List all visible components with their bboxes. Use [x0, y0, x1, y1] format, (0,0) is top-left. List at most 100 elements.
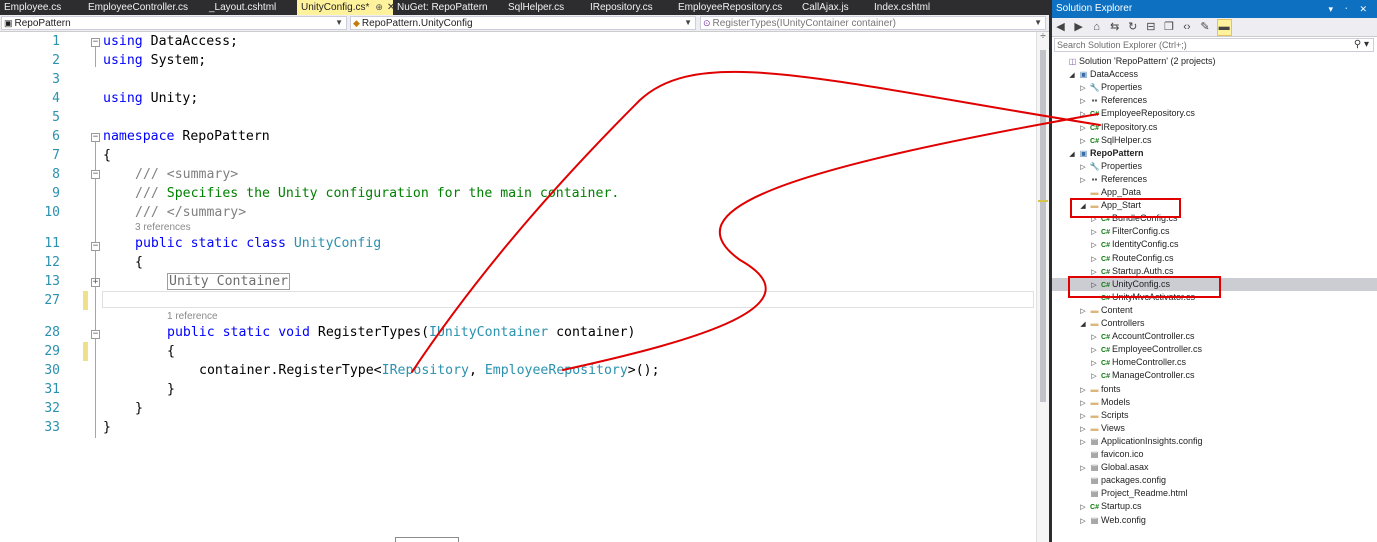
- collapsed-chevron-icon[interactable]: ▷: [1089, 370, 1099, 383]
- tree-node-properties[interactable]: ▷ 🔧 Properties: [1078, 160, 1142, 173]
- tree-node-routeconfig-cs[interactable]: ▷ C# RouteConfig.cs: [1089, 252, 1173, 266]
- tree-node-references[interactable]: ▷ ▪▪ References: [1078, 173, 1147, 186]
- tree-node-models[interactable]: ▷ ▬ Models: [1078, 396, 1130, 409]
- project-dropdown[interactable]: ▣ RepoPattern ▼: [1, 16, 347, 30]
- view-code-icon[interactable]: ‹›: [1180, 18, 1193, 37]
- codelens-references[interactable]: 1 reference: [167, 311, 218, 322]
- tree-node-views[interactable]: ▷ ▬ Views: [1078, 422, 1125, 435]
- home-icon[interactable]: ⌂: [1090, 18, 1103, 37]
- scrollbar-thumb[interactable]: [1040, 50, 1046, 402]
- collapsed-chevron-icon[interactable]: ▷: [1089, 213, 1099, 226]
- sync-icon[interactable]: ⇆: [1108, 18, 1121, 37]
- tree-node-content[interactable]: ▷ ▬ Content: [1078, 304, 1132, 318]
- tab-nuget-repopattern[interactable]: NuGet: RepoPattern: [393, 0, 504, 15]
- collapsed-chevron-icon[interactable]: ▷: [1078, 436, 1088, 449]
- tree-node-unitymvcactivator-cs[interactable]: C# UnityMvcActivator.cs: [1089, 291, 1195, 304]
- back-icon[interactable]: ◀: [1054, 18, 1067, 37]
- pin-tab-icon[interactable]: ⊕: [375, 2, 383, 12]
- tree-node-bundleconfig-cs[interactable]: ▷ C# BundleConfig.cs: [1089, 212, 1177, 226]
- expanded-chevron-icon[interactable]: ◢: [1078, 318, 1088, 331]
- tree-node-accountcontroller-cs[interactable]: ▷ C# AccountController.cs: [1089, 330, 1194, 344]
- collapsed-chevron-icon[interactable]: ▷: [1089, 331, 1099, 344]
- show-all-files-icon[interactable]: ❐: [1162, 18, 1175, 37]
- solution-explorer-search-input[interactable]: Search Solution Explorer (Ctrl+;) ⚲ ▾: [1054, 38, 1374, 52]
- tree-node-web-config[interactable]: ▷ ▤ Web.config: [1078, 514, 1146, 527]
- tree-node-managecontroller-cs[interactable]: ▷ C# ManageController.cs: [1089, 369, 1194, 383]
- tree-node-startup-auth-cs[interactable]: ▷ C# Startup.Auth.cs: [1089, 265, 1173, 279]
- collapsed-chevron-icon[interactable]: ▷: [1078, 161, 1088, 174]
- split-window-icon[interactable]: ÷: [1038, 32, 1048, 42]
- collapse-all-icon[interactable]: ⊟: [1144, 18, 1157, 37]
- tree-node-employeerepository-cs[interactable]: ▷ C# EmployeeRepository.cs: [1078, 107, 1195, 120]
- tab-index-cshtml[interactable]: Index.cshtml: [870, 0, 950, 15]
- collapsed-chevron-icon[interactable]: ▷: [1089, 266, 1099, 279]
- tab-unityconfig-cs[interactable]: UnityConfig.cs* ⊕ ✕: [297, 0, 395, 15]
- collapsed-chevron-icon[interactable]: ▷: [1078, 135, 1088, 148]
- tree-node-filterconfig-cs[interactable]: ▷ C# FilterConfig.cs: [1089, 225, 1169, 239]
- collapsed-chevron-icon[interactable]: ▷: [1078, 108, 1088, 121]
- class-dropdown[interactable]: ◆ RepoPattern.UnityConfig ▼: [350, 16, 696, 30]
- tab-employee-controller-cs[interactable]: EmployeeController.cs: [84, 0, 205, 15]
- tree-node-references[interactable]: ▷ ▪▪ References: [1078, 94, 1147, 107]
- collapsed-chevron-icon[interactable]: ▷: [1078, 122, 1088, 135]
- tab-irepository-cs[interactable]: IRepository.cs: [586, 0, 674, 15]
- tree-node-sqlhelper-cs[interactable]: ▷ C# SqlHelper.cs: [1078, 134, 1151, 148]
- collapsed-chevron-icon[interactable]: ▷: [1078, 462, 1088, 475]
- tree-node-repopattern[interactable]: ◢ ▣ RepoPattern: [1067, 147, 1143, 161]
- expanded-chevron-icon[interactable]: ◢: [1078, 200, 1088, 213]
- tree-node-app-start[interactable]: ◢ ▬ App_Start: [1078, 199, 1141, 212]
- tab-sqlhelper-cs[interactable]: SqlHelper.cs: [504, 0, 586, 15]
- tree-node-controllers[interactable]: ◢ ▬ Controllers: [1078, 317, 1144, 331]
- forward-icon[interactable]: ▶: [1072, 18, 1085, 37]
- tree-node-startup-cs[interactable]: ▷ C# Startup.cs: [1078, 500, 1141, 514]
- tree-node-homecontroller-cs[interactable]: ▷ C# HomeController.cs: [1089, 356, 1186, 369]
- collapsed-chevron-icon[interactable]: ▷: [1089, 279, 1099, 292]
- properties-icon[interactable]: ✎: [1199, 18, 1212, 37]
- collapsed-chevron-icon[interactable]: ▷: [1078, 515, 1088, 528]
- tree-node-irepository-cs[interactable]: ▷ C# IRepository.cs: [1078, 121, 1157, 134]
- tree-node-identityconfig-cs[interactable]: ▷ C# IdentityConfig.cs: [1089, 238, 1178, 252]
- expanded-chevron-icon[interactable]: ◢: [1067, 69, 1077, 82]
- tree-node-applicationinsights-config[interactable]: ▷ ▤ ApplicationInsights.config: [1078, 435, 1202, 449]
- tree-node-properties[interactable]: ▷ 🔧 Properties: [1078, 81, 1142, 94]
- refresh-icon[interactable]: ↻: [1126, 18, 1139, 37]
- collapsed-chevron-icon[interactable]: ▷: [1089, 253, 1099, 266]
- collapsed-chevron-icon[interactable]: ▷: [1089, 357, 1099, 370]
- collapsed-region[interactable]: Unity Container: [167, 273, 291, 290]
- collapsed-chevron-icon[interactable]: ▷: [1078, 174, 1088, 187]
- tree-node-project-readme-html[interactable]: ▤ Project_Readme.html: [1078, 487, 1188, 500]
- code-editor[interactable]: − − − − + − 1 using DataAccess; 2 using …: [0, 32, 1036, 542]
- collapsed-chevron-icon[interactable]: ▷: [1089, 239, 1099, 252]
- tree-node-global-asax[interactable]: ▷ ▤ Global.asax: [1078, 461, 1148, 475]
- tab-callajax-js[interactable]: CallAjax.js: [798, 0, 870, 15]
- collapsed-chevron-icon[interactable]: ▷: [1078, 410, 1088, 423]
- tree-node-scripts[interactable]: ▷ ▬ Scripts: [1078, 409, 1128, 423]
- collapsed-chevron-icon[interactable]: ▷: [1078, 501, 1088, 514]
- tab-layout-cshtml[interactable]: _Layout.cshtml: [205, 0, 297, 15]
- tree-node-app-data[interactable]: ▬ App_Data: [1078, 186, 1142, 199]
- member-dropdown[interactable]: ⊙ RegisterTypes(IUnityContainer container…: [700, 16, 1046, 30]
- collapsed-chevron-icon[interactable]: ▷: [1078, 305, 1088, 318]
- collapsed-chevron-icon[interactable]: ▷: [1078, 95, 1088, 108]
- tab-employeerepository-cs[interactable]: EmployeeRepository.cs: [674, 0, 798, 15]
- collapsed-chevron-icon[interactable]: ▷: [1078, 397, 1088, 410]
- tree-node-packages-config[interactable]: ▤ packages.config: [1078, 474, 1166, 487]
- pin-icon[interactable]: ▬: [1216, 19, 1232, 36]
- collapsed-chevron-icon[interactable]: ▷: [1078, 384, 1088, 397]
- collapsed-chevron-icon[interactable]: ▷: [1078, 82, 1088, 95]
- tree-node-unityconfig-cs[interactable]: ▷ C# UnityConfig.cs: [1052, 277, 1377, 292]
- tree-node-dataaccess[interactable]: ◢ ▣ DataAccess: [1067, 68, 1138, 81]
- collapsed-chevron-icon[interactable]: ▷: [1078, 423, 1088, 436]
- collapsed-chevron-icon[interactable]: ▷: [1089, 226, 1099, 239]
- tab-employee-cs[interactable]: Employee.cs: [0, 0, 84, 15]
- search-icon[interactable]: ⚲ ▾: [1354, 39, 1369, 51]
- tree-node-employeecontroller-cs[interactable]: ▷ C# EmployeeController.cs: [1089, 343, 1202, 356]
- window-buttons[interactable]: ▾ ᛫ ✕: [1329, 0, 1371, 18]
- tree-node-fonts[interactable]: ▷ ▬ fonts: [1078, 383, 1120, 397]
- editor-vertical-scrollbar[interactable]: ÷: [1036, 32, 1049, 542]
- tree-node-favicon-ico[interactable]: ▤ favicon.ico: [1078, 448, 1144, 461]
- collapsed-chevron-icon[interactable]: ▷: [1089, 344, 1099, 357]
- expanded-chevron-icon[interactable]: ◢: [1067, 148, 1077, 161]
- tree-node-solution-repopattern-2-projects[interactable]: ◫ Solution 'RepoPattern' (2 projects): [1056, 55, 1216, 68]
- codelens-references[interactable]: 3 references: [135, 222, 191, 233]
